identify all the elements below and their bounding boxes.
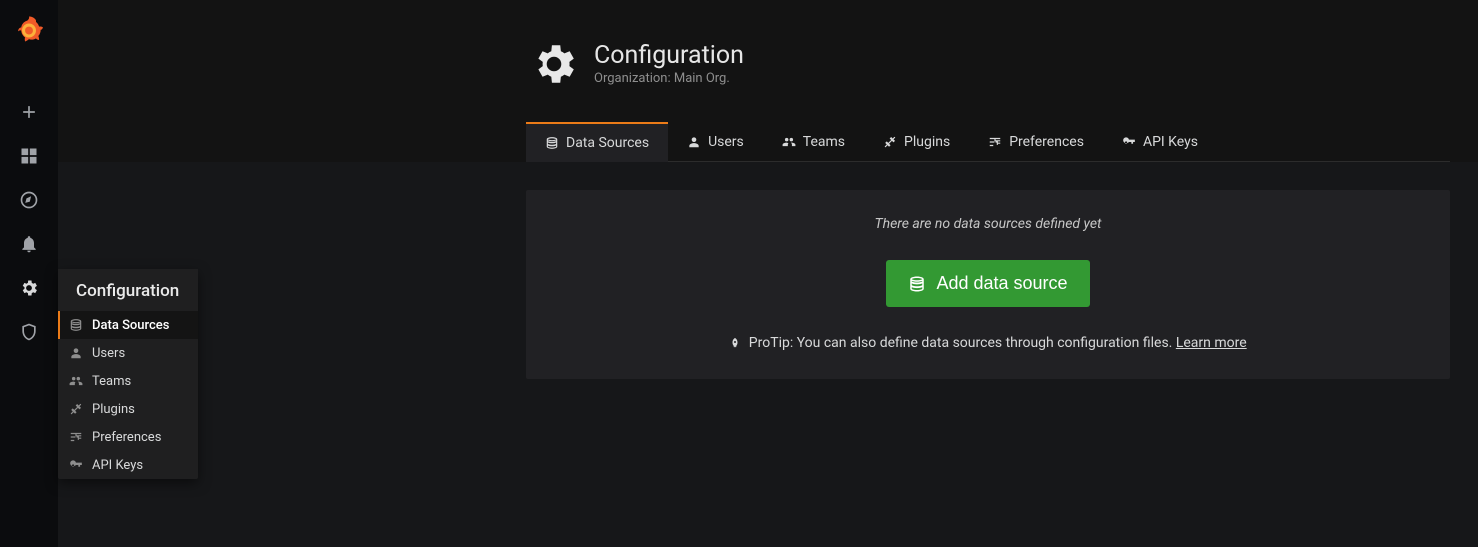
grafana-logo-icon bbox=[15, 15, 43, 43]
users-icon bbox=[68, 373, 84, 389]
sidebar-explore[interactable] bbox=[0, 178, 58, 222]
tabs-bar: Data Sources Users Teams Plugins Prefere… bbox=[526, 123, 1450, 162]
main-content: Configuration Organization: Main Org. Da… bbox=[58, 0, 1478, 547]
rocket-icon bbox=[729, 337, 741, 349]
user-icon bbox=[68, 345, 84, 361]
plus-icon bbox=[19, 102, 39, 122]
flyout-item-label: Teams bbox=[92, 374, 131, 389]
gear-icon bbox=[528, 38, 580, 90]
flyout-item-label: Users bbox=[92, 346, 125, 361]
add-button-label: Add data source bbox=[936, 273, 1067, 294]
tab-label: Teams bbox=[803, 134, 845, 150]
flyout-item-data-sources[interactable]: Data Sources bbox=[58, 311, 198, 339]
flyout-title: Configuration bbox=[58, 269, 198, 311]
flyout-item-label: Preferences bbox=[92, 430, 161, 445]
tab-label: Plugins bbox=[904, 134, 950, 150]
plug-icon bbox=[883, 135, 897, 149]
protip-text: ProTip: You can also define data sources… bbox=[749, 335, 1176, 351]
plug-icon bbox=[68, 401, 84, 417]
grafana-logo[interactable] bbox=[0, 0, 58, 58]
key-icon bbox=[1122, 135, 1136, 149]
database-icon bbox=[908, 275, 926, 293]
users-icon bbox=[782, 135, 796, 149]
bell-icon bbox=[19, 234, 39, 254]
sliders-icon bbox=[68, 429, 84, 445]
tab-teams[interactable]: Teams bbox=[763, 123, 864, 161]
sidebar-dashboards[interactable] bbox=[0, 134, 58, 178]
sidebar-configuration[interactable] bbox=[0, 266, 58, 310]
tab-api-keys[interactable]: API Keys bbox=[1103, 123, 1217, 161]
sidebar-alerting[interactable] bbox=[0, 222, 58, 266]
page-title: Configuration bbox=[594, 42, 744, 70]
database-icon bbox=[68, 317, 84, 333]
database-icon bbox=[545, 136, 559, 150]
sidebar-server-admin[interactable] bbox=[0, 310, 58, 354]
gear-icon bbox=[19, 278, 39, 298]
configuration-flyout: Configuration Data Sources Users Teams P… bbox=[58, 269, 198, 479]
tab-preferences[interactable]: Preferences bbox=[969, 123, 1103, 161]
page-subtitle: Organization: Main Org. bbox=[594, 71, 744, 86]
sliders-icon bbox=[988, 135, 1002, 149]
tab-label: Data Sources bbox=[566, 135, 649, 151]
tab-plugins[interactable]: Plugins bbox=[864, 123, 969, 161]
grid-icon bbox=[19, 146, 39, 166]
sidebar-rail bbox=[0, 0, 58, 547]
flyout-item-api-keys[interactable]: API Keys bbox=[58, 451, 198, 479]
key-icon bbox=[68, 457, 84, 473]
tab-data-sources[interactable]: Data Sources bbox=[526, 122, 668, 161]
data-sources-panel: There are no data sources defined yet Ad… bbox=[526, 190, 1450, 379]
flyout-item-users[interactable]: Users bbox=[58, 339, 198, 367]
flyout-item-label: Plugins bbox=[92, 402, 135, 417]
flyout-item-label: Data Sources bbox=[92, 318, 169, 333]
tab-users[interactable]: Users bbox=[668, 123, 763, 161]
tab-label: Users bbox=[708, 134, 744, 150]
user-icon bbox=[687, 135, 701, 149]
empty-message: There are no data sources defined yet bbox=[546, 216, 1430, 232]
tab-label: API Keys bbox=[1143, 134, 1198, 150]
page-header: Configuration Organization: Main Org. bbox=[528, 38, 744, 90]
compass-icon bbox=[19, 190, 39, 210]
add-data-source-button[interactable]: Add data source bbox=[886, 260, 1089, 307]
shield-icon bbox=[19, 322, 39, 342]
flyout-item-preferences[interactable]: Preferences bbox=[58, 423, 198, 451]
flyout-item-plugins[interactable]: Plugins bbox=[58, 395, 198, 423]
protip-learn-more-link[interactable]: Learn more bbox=[1176, 335, 1247, 351]
sidebar-create[interactable] bbox=[0, 90, 58, 134]
flyout-item-teams[interactable]: Teams bbox=[58, 367, 198, 395]
tab-label: Preferences bbox=[1009, 134, 1084, 150]
flyout-item-label: API Keys bbox=[92, 458, 143, 473]
protip: ProTip: You can also define data sources… bbox=[546, 335, 1430, 351]
